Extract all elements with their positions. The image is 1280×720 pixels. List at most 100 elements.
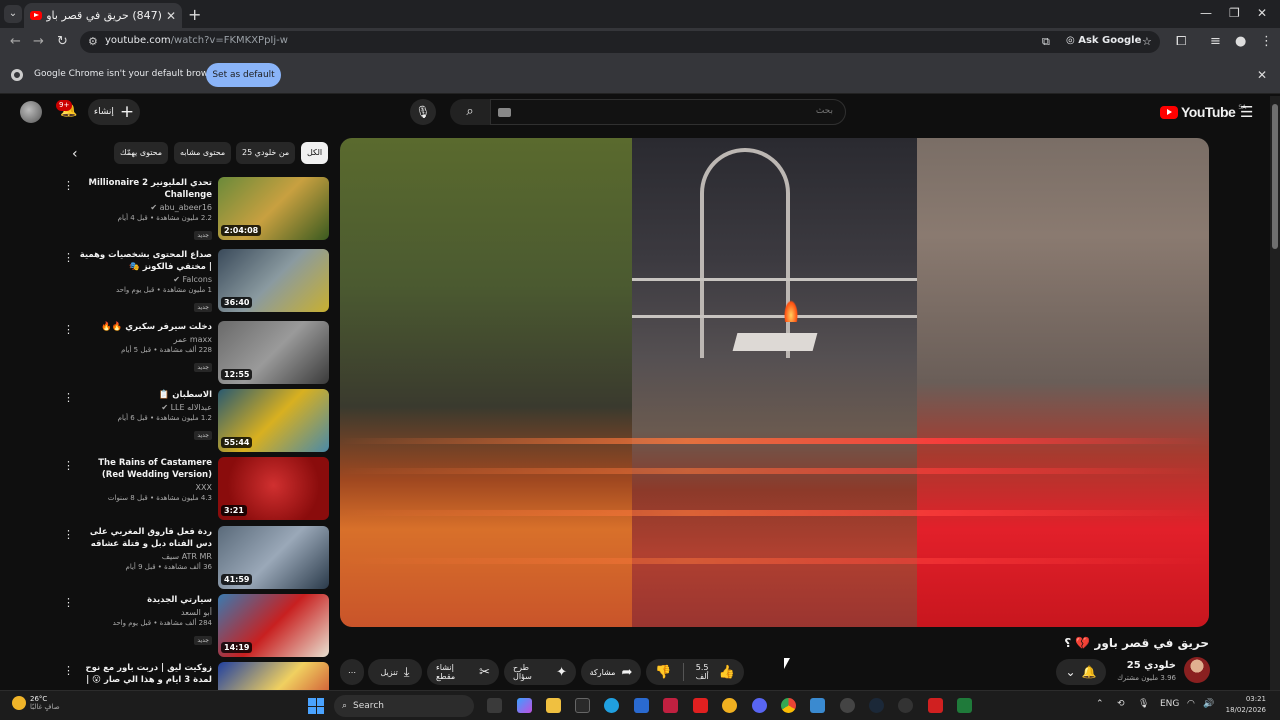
search-input[interactable]: بحث: [490, 99, 846, 125]
video-title[interactable]: صداع المحتوى بشخصيات وهمية | مختفي فالكو…: [78, 249, 212, 273]
list-item[interactable]: زوكيت ليق | دربت باور مع نوح لمدة 3 ايام…: [60, 662, 330, 690]
video-title[interactable]: The Rains of Castamere (Red Wedding Vers…: [78, 457, 212, 481]
list-item[interactable]: 55:44 الاسطبان 📋 عبدالاله LLE ✔ 1.2 مليو…: [60, 389, 330, 453]
start-button[interactable]: [308, 698, 324, 714]
search-button[interactable]: ⌕: [450, 99, 490, 125]
volume-icon[interactable]: 🔊: [1203, 699, 1214, 709]
share-button[interactable]: مشاركة ➦: [581, 659, 641, 685]
dislike-icon[interactable]: 👎: [655, 665, 671, 680]
video-title[interactable]: ردة فعل فاروق المغربي على دس الفتاه دبل …: [78, 526, 212, 550]
video-thumbnail[interactable]: 36:40: [218, 249, 329, 312]
video-title[interactable]: تحدي المليونير 2 Millionaire Challenge: [78, 177, 212, 201]
more-actions-icon[interactable]: ⋮: [63, 251, 74, 264]
create-button[interactable]: إنشاء +: [88, 99, 140, 125]
browser-tab[interactable]: (847) حريق في قصر باور 💔 ؟ ✕: [24, 3, 182, 28]
video-thumbnail[interactable]: 41:59: [218, 526, 329, 589]
channel-name[interactable]: Falcons ✔: [78, 275, 212, 284]
more-actions-icon[interactable]: ⋮: [63, 459, 74, 472]
wifi-icon[interactable]: ◠: [1187, 699, 1195, 709]
maximize-icon[interactable]: ❐: [1229, 6, 1240, 20]
site-info-icon[interactable]: ⚙: [88, 35, 98, 48]
copilot-icon[interactable]: [517, 698, 532, 713]
like-count[interactable]: 5.5 ألف: [696, 663, 713, 681]
store-icon[interactable]: [634, 698, 649, 713]
cast-icon[interactable]: ⧉: [1042, 35, 1050, 49]
youtube-logo[interactable]: YouTube SA: [1160, 104, 1246, 120]
more-actions-icon[interactable]: ⋮: [63, 596, 74, 609]
chip-all[interactable]: الكل: [301, 142, 329, 164]
channel-name[interactable]: ATR MR سيف: [78, 552, 212, 561]
chrome-icon[interactable]: [781, 698, 796, 713]
voice-search-mic-icon[interactable]: 🎙: [410, 99, 436, 125]
app-red-icon[interactable]: [693, 698, 708, 713]
taskbar-search[interactable]: ⌕ Search: [334, 695, 474, 717]
app-triangle-icon[interactable]: [928, 698, 943, 713]
tab-close-icon[interactable]: ✕: [166, 9, 176, 23]
channel-name[interactable]: maxx عمر: [78, 335, 212, 344]
more-actions-icon[interactable]: ⋮: [63, 323, 74, 336]
video-title[interactable]: الاسطبان 📋: [78, 389, 212, 401]
list-item[interactable]: 36:40 صداع المحتوى بشخصيات وهمية | مختفي…: [60, 249, 330, 313]
video-thumbnail[interactable]: 2:04:08: [218, 177, 329, 240]
chrome-menu-icon[interactable]: ⋮: [1260, 34, 1273, 49]
media-icon[interactable]: ≡: [1210, 34, 1221, 49]
guide-menu-icon[interactable]: ☰: [1240, 103, 1253, 121]
more-actions-icon[interactable]: ⋮: [63, 391, 74, 404]
infobar-close-icon[interactable]: ✕: [1257, 68, 1267, 82]
acrobat-icon[interactable]: [663, 698, 678, 713]
clip-button[interactable]: إنشاء مقطع ✂: [427, 659, 499, 685]
extensions-icon[interactable]: ⧠: [1176, 34, 1186, 49]
video-title[interactable]: دخلت سيرفر سكيري 🔥🔥: [78, 321, 212, 333]
reload-icon[interactable]: ↻: [57, 34, 68, 49]
channel-name[interactable]: أبو السعد: [78, 608, 212, 617]
excel-icon[interactable]: [957, 698, 972, 713]
omnibox[interactable]: ⚙ youtube.com/watch?v=FKMKXPpIj-w ⧉ ◎ As…: [80, 31, 1160, 53]
video-title[interactable]: سيارتي الجديدة: [78, 594, 212, 606]
set-default-button[interactable]: Set as default: [206, 63, 281, 87]
ask-google-button[interactable]: ◎ Ask Google: [1066, 35, 1141, 46]
scrollbar-thumb[interactable]: [1272, 104, 1278, 249]
tray-sync-icon[interactable]: ⟲: [1117, 699, 1125, 709]
list-item[interactable]: 41:59 ردة فعل فاروق المغربي على دس الفتا…: [60, 526, 330, 590]
like-icon[interactable]: 👍: [719, 665, 735, 680]
tab-search-button[interactable]: ⌄: [4, 5, 22, 23]
bookmark-star-icon[interactable]: ☆: [1142, 35, 1152, 48]
app-gray-icon[interactable]: [840, 698, 855, 713]
more-actions-icon[interactable]: ⋮: [63, 528, 74, 541]
video-thumbnail[interactable]: 12:55: [218, 321, 329, 384]
video-thumbnail[interactable]: 55:44: [218, 389, 329, 452]
minimize-icon[interactable]: —: [1200, 6, 1212, 20]
app-blue-icon[interactable]: [810, 698, 825, 713]
chip-from-channel[interactable]: من خلودي 25: [236, 142, 296, 164]
steam-icon[interactable]: [869, 698, 884, 713]
app-yellow-icon[interactable]: [722, 698, 737, 713]
back-icon[interactable]: ←: [10, 34, 21, 49]
download-button[interactable]: تنزيل ⤓: [368, 659, 422, 685]
channel-name[interactable]: abu_abeer16 ✔: [78, 203, 212, 212]
more-actions-button[interactable]: ⋯: [340, 659, 364, 685]
channel-name[interactable]: XXX: [78, 483, 212, 492]
url-text[interactable]: youtube.com/watch?v=FKMKXPpIj-w: [105, 35, 288, 46]
terminal-icon[interactable]: [575, 698, 590, 713]
discord-icon[interactable]: [752, 698, 767, 713]
weather-widget[interactable]: 26°C صافٍ غالبًا: [12, 695, 60, 711]
list-item[interactable]: 12:55 دخلت سيرفر سكيري 🔥🔥 maxx عمر 228 أ…: [60, 321, 330, 385]
more-actions-icon[interactable]: ⋮: [63, 179, 74, 192]
subscribed-button[interactable]: ⌄ 🔔: [1056, 659, 1106, 685]
task-view-icon[interactable]: [487, 698, 502, 713]
list-item[interactable]: 3:21 The Rains of Castamere (Red Wedding…: [60, 457, 330, 521]
language-indicator[interactable]: ENG: [1160, 699, 1179, 709]
list-item[interactable]: 14:19 سيارتي الجديدة أبو السعد 284 ألف م…: [60, 594, 330, 658]
ask-button[interactable]: طرح سؤال ✦: [504, 659, 576, 685]
chip-related[interactable]: محتوى مشابه: [174, 142, 232, 164]
chip-for-you[interactable]: محتوى يهمّك: [114, 142, 169, 164]
video-thumbnail[interactable]: 3:21: [218, 457, 329, 520]
new-tab-button[interactable]: +: [188, 5, 201, 24]
tray-mic-icon[interactable]: 🎙: [1138, 699, 1149, 709]
system-clock[interactable]: 03:21 18/02/2026: [1222, 694, 1266, 716]
tray-chevron-up-icon[interactable]: ⌃: [1096, 699, 1104, 709]
video-player[interactable]: [340, 138, 1209, 627]
keyboard-icon[interactable]: [498, 108, 511, 117]
channel-name[interactable]: عبدالاله LLE ✔: [78, 403, 212, 412]
forward-icon[interactable]: →: [33, 34, 44, 49]
